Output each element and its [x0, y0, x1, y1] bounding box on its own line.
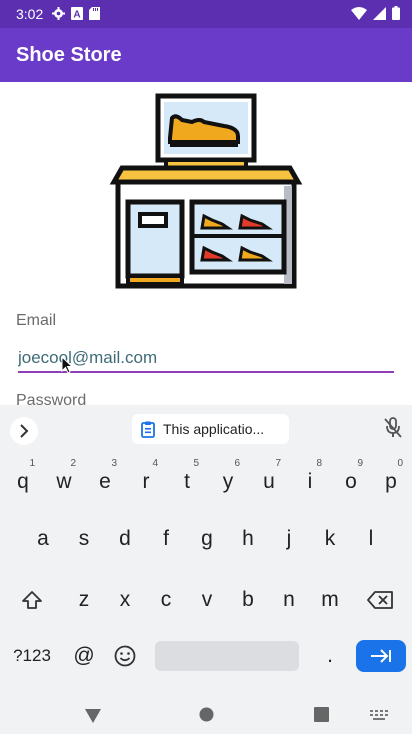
key-g[interactable]: g [187, 513, 227, 565]
enter-key[interactable] [356, 640, 406, 672]
key-l[interactable]: l [351, 513, 391, 565]
key-v[interactable]: v [187, 574, 227, 626]
key-z[interactable]: z [64, 574, 104, 626]
keyboard-switch-icon[interactable] [370, 710, 388, 722]
key-at[interactable]: @ [64, 630, 104, 682]
navigation-bar [0, 692, 412, 734]
emoji-icon [114, 645, 136, 667]
key-m[interactable]: m [310, 574, 350, 626]
mic-off-icon[interactable] [383, 417, 403, 439]
backspace-key[interactable] [360, 574, 400, 626]
key-q[interactable]: q1 [3, 456, 43, 508]
sd-card-icon [89, 7, 100, 20]
recents-square-icon[interactable] [314, 707, 329, 722]
signal-icon [373, 6, 386, 20]
key-label: p [385, 470, 397, 493]
chevron-right-icon [20, 424, 29, 438]
back-triangle-icon[interactable] [84, 708, 102, 724]
key-x[interactable]: x [105, 574, 145, 626]
mouse-pointer-icon [61, 356, 73, 374]
key-s[interactable]: s [64, 513, 104, 565]
key-u[interactable]: u7 [249, 456, 289, 508]
status-icons-right [351, 6, 400, 20]
key-label: t [184, 470, 190, 493]
status-time: 3:02 [16, 6, 44, 22]
key-hint: 3 [111, 458, 117, 469]
key-p[interactable]: p0 [371, 456, 411, 508]
key-t[interactable]: t5 [167, 456, 207, 508]
clipboard-icon [141, 421, 155, 438]
key-c[interactable]: c [146, 574, 186, 626]
app-bar: Shoe Store [0, 28, 412, 82]
key-d[interactable]: d [105, 513, 145, 565]
svg-text:A: A [73, 10, 80, 21]
emoji-key[interactable] [105, 630, 145, 682]
key-label: q [17, 470, 29, 493]
key-hint: 6 [234, 458, 240, 469]
password-label: Password [16, 392, 87, 406]
key-o[interactable]: o9 [331, 456, 371, 508]
home-circle-icon[interactable] [199, 707, 214, 722]
email-label: Email [16, 312, 57, 329]
key-n[interactable]: n [269, 574, 309, 626]
key-w[interactable]: w2 [44, 456, 84, 508]
clipboard-chip-text: This applicatio... [163, 421, 265, 437]
key-h[interactable]: h [228, 513, 268, 565]
next-arrow-icon [371, 649, 391, 663]
key-k[interactable]: k [310, 513, 350, 565]
clipboard-suggestion-chip[interactable]: This applicatio... [132, 414, 289, 444]
wifi-icon [351, 6, 367, 20]
key-label: i [307, 470, 313, 493]
key-hint: 2 [70, 458, 76, 469]
shift-key[interactable] [12, 574, 52, 626]
email-field[interactable] [18, 345, 394, 373]
key-label: w [56, 470, 72, 493]
shift-icon [22, 591, 42, 609]
key-r[interactable]: r4 [126, 456, 166, 508]
key-hint: 1 [29, 458, 35, 469]
key-hint: 4 [152, 458, 158, 469]
status-icons-left: A [52, 7, 100, 20]
key-hint: 8 [316, 458, 322, 469]
status-bar: 3:02 A [0, 0, 412, 28]
key-y[interactable]: y6 [208, 456, 248, 508]
symbols-key[interactable]: ?123 [12, 630, 52, 682]
key-period[interactable]: . [310, 630, 350, 682]
gear-icon [52, 7, 65, 20]
key-label: y [222, 470, 234, 493]
key-label: o [345, 470, 357, 493]
a-badge-icon: A [71, 7, 83, 20]
suggestion-expand-button[interactable] [10, 417, 38, 445]
key-e[interactable]: e3 [85, 456, 125, 508]
backspace-icon [367, 591, 393, 609]
key-f[interactable]: f [146, 513, 186, 565]
key-j[interactable]: j [269, 513, 309, 565]
key-i[interactable]: i8 [290, 456, 330, 508]
key-hint: 5 [193, 458, 199, 469]
battery-icon [392, 6, 400, 20]
key-a[interactable]: a [23, 513, 63, 565]
key-hint: 0 [397, 458, 403, 469]
key-label: r [142, 470, 150, 493]
key-label: e [99, 470, 111, 493]
app-title: Shoe Store [16, 44, 122, 66]
key-hint: 9 [357, 458, 363, 469]
keyboard: This applicatio... q1 w2 e3 r4 t5 y6 u7 … [0, 405, 412, 692]
shoe-store-logo [109, 93, 303, 289]
key-label: u [263, 470, 275, 493]
key-b[interactable]: b [228, 574, 268, 626]
key-hint: 7 [275, 458, 281, 469]
space-key[interactable] [155, 641, 299, 671]
